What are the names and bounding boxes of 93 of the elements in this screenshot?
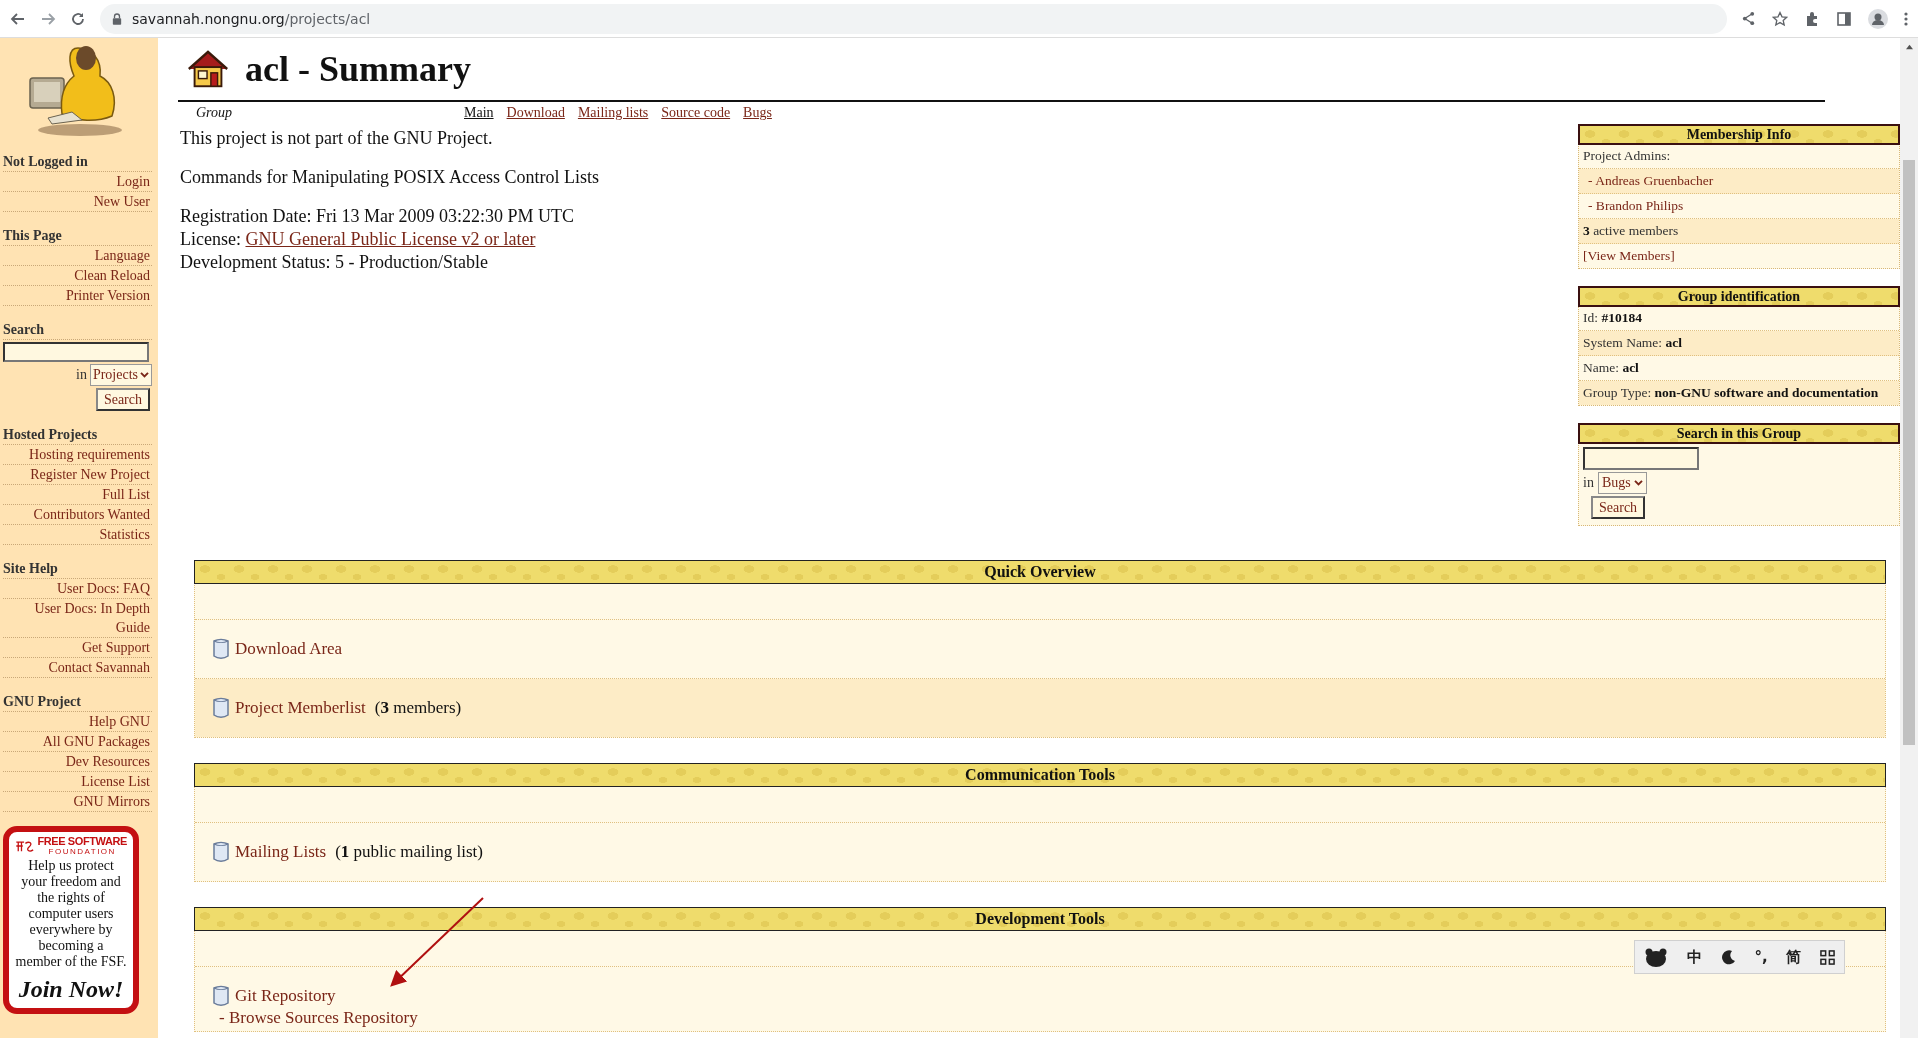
sidebar-link[interactable]: Statistics [99,525,150,544]
section-header: Communication Tools [194,763,1886,787]
ime-button[interactable]: °, [1754,948,1768,966]
sidebar-link[interactable]: License List [81,772,150,791]
sidebar-link[interactable]: Login [116,172,150,191]
nav-link[interactable]: Bugs [743,105,772,121]
sidebar-heading: Hosted Projects [3,425,152,445]
fsf-logo-text: FREE SOFTWARE [37,836,127,847]
lock-icon [112,12,122,25]
reload-icon[interactable] [70,10,86,27]
box-text: Group Type: non-GNU software and documentation [1579,381,1899,405]
sidebar-heading: Site Help [3,559,152,579]
side-panel-icon[interactable] [1836,10,1852,27]
nav-link[interactable]: Main [464,105,494,121]
box-text: 3 active members [1579,219,1899,244]
sidebar-link[interactable]: User Docs: In Depth Guide [7,599,150,637]
scroll-up-icon[interactable] [1904,43,1914,50]
sidebar-link[interactable]: New User [93,192,150,211]
box-header: Group identification [1578,286,1900,307]
caret-icon [140,371,149,379]
box-header: Search in this Group [1578,423,1900,444]
box-link[interactable]: [View Members] [1579,244,1899,268]
scope-dropdown[interactable]: Projects [89,364,152,386]
sidebar-heading: Not Logged in [3,152,152,172]
star-icon[interactable] [1772,10,1788,27]
url-text: savannah.nongnu.org/projects/acl [132,10,371,27]
sidebar-link[interactable]: Clean Reload [74,266,150,285]
grid-icon[interactable] [1819,949,1835,965]
avatar-icon[interactable] [1868,8,1888,29]
link-note: (1 public mailing list) [335,841,483,863]
box-text: System Name: acl [1579,331,1899,356]
sidebar-link[interactable]: All GNU Packages [42,732,150,751]
box-header: Membership Info [1578,124,1900,145]
project-description: Commands for Manipulating POSIX Access Control Lists [180,166,600,189]
fsf-banner[interactable]: FREE SOFTWARE FOUNDATION Help us protect your freedom and the rights of computer users everywhere by becoming a member of the FSF. Join Now! [3,826,139,1014]
sidebar-link[interactable]: Full List [102,485,150,504]
search-button[interactable]: Search [95,388,150,411]
sub-link[interactable]: - Browse Sources Repository [219,1008,418,1027]
sidebar-link[interactable]: Dev Resources [65,752,150,771]
box-text: Id: #10184 [1579,306,1899,331]
detail-line: Registration Date: Fri 13 Mar 2009 03:22:30 PM UTC [180,205,575,228]
sidebar-link[interactable]: Help GNU [88,712,150,731]
share-icon[interactable] [1741,11,1756,26]
back-icon[interactable] [10,10,26,27]
page-title: acl - Summary [245,48,471,90]
fsf-logo-subtext: FOUNDATION [47,847,117,856]
sidebar-link[interactable]: Contributors Wanted [33,505,150,524]
sidebar-link[interactable]: Register New Project [30,465,150,484]
sidebar-link[interactable]: Get Support [81,638,150,657]
section-link[interactable]: Download Area [235,638,343,660]
join-now-link[interactable]: Join Now! [15,976,127,1002]
menu-icon[interactable] [1904,10,1908,27]
detail-line: Development Status: 5 - Production/Stable [180,251,489,274]
caret-icon [1633,479,1643,487]
search-field[interactable] [1583,447,1699,470]
nav-link[interactable]: Download [506,105,565,121]
search-field[interactable] [3,342,149,362]
section-link[interactable]: Mailing Lists [235,841,327,863]
link-note: (3 members) [374,697,462,719]
scope-dropdown[interactable]: Bugs [1597,472,1647,494]
address-bar[interactable]: savannah.nongnu.org/projects/acl [100,3,1727,34]
section-link[interactable]: Project Memberlist [235,697,366,719]
in-label: in [1583,475,1594,491]
box-link[interactable]: - Andreas Gruenbacher [1579,169,1899,194]
moon-icon[interactable] [1720,949,1737,965]
group-label: Group [196,105,234,121]
paw-icon[interactable] [1644,947,1669,967]
gnu-notice: This project is not part of the GNU Project. [180,127,494,150]
sidebar-link[interactable]: Contact Savannah [48,658,150,677]
nav-link[interactable]: Mailing lists [577,105,649,121]
in-label: in [76,367,87,383]
sidebar-link[interactable]: User Docs: FAQ [56,579,150,598]
nav-link[interactable]: Source code [661,105,731,121]
section-link[interactable]: Git Repository [235,985,336,1007]
scrollbar-thumb[interactable] [1903,160,1915,745]
ime-button[interactable]: 简 [1786,947,1802,967]
sidebar-link[interactable]: GNU Mirrors [73,792,150,811]
sidebar-heading: Search [3,320,152,340]
license-link[interactable]: GNU General Public License v2 or later [245,229,536,249]
sidebar-link[interactable]: Printer Version [65,286,150,305]
sidebar-heading: This Page [3,226,152,246]
puzzle-icon[interactable] [1804,10,1820,27]
detail-line: License: GNU General Public License v2 or later [180,228,537,251]
ime-button[interactable]: 中 [1686,947,1702,967]
search-button[interactable]: Search [1591,496,1646,519]
section-header: Quick Overview [194,560,1886,584]
sidebar-link[interactable]: Language [94,246,150,265]
fsf-text: Help us protect your freedom and the rights of computer users everywhere by becoming a member of the FSF. [15,858,127,970]
fsf-logo-icon [15,838,35,854]
sidebar-heading: GNU Project [3,692,152,712]
forward-icon[interactable] [40,10,56,27]
box-text: Name: acl [1579,356,1899,381]
sidebar-link[interactable]: Hosting requirements [29,445,150,464]
